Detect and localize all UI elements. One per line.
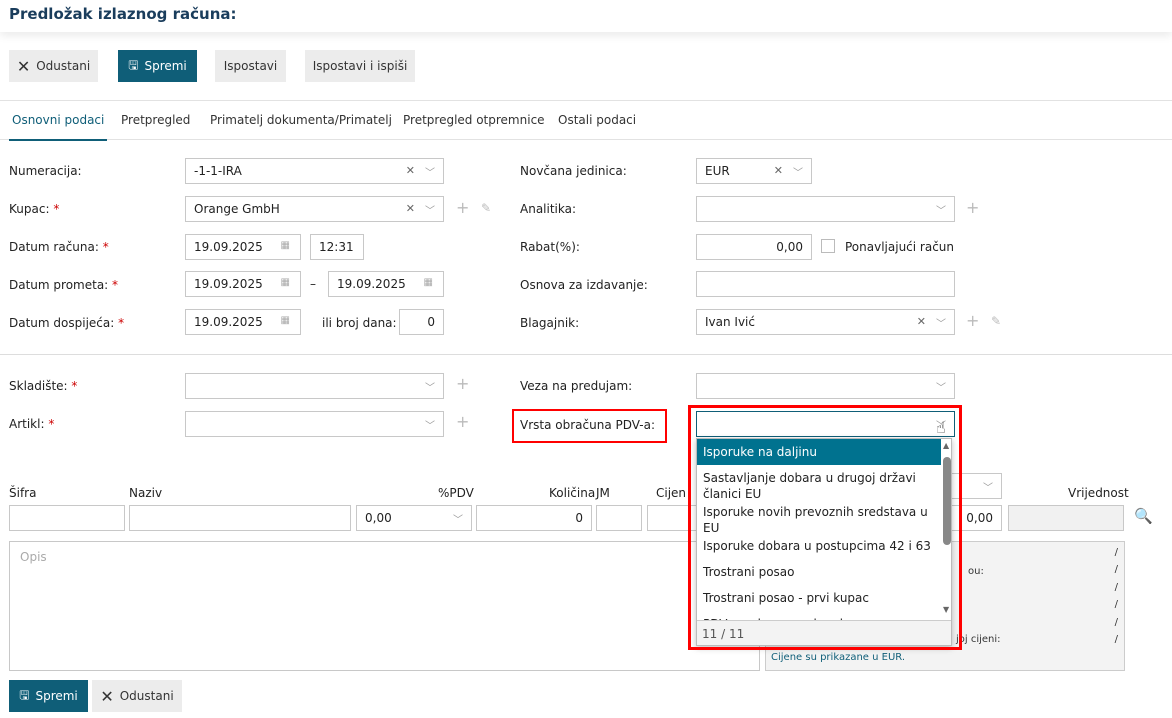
chevron-down-icon: ﹀ <box>983 483 993 494</box>
datum-dospijeca-input[interactable]: 19.09.2025 ▦ <box>185 309 301 335</box>
chevron-down-icon: ﹀ <box>936 319 946 330</box>
col-sifra: Šifra <box>9 486 37 500</box>
vrsta-pdv-label: Vrsta obračuna PDV-a: <box>520 418 655 432</box>
veza-select[interactable]: ﹀ <box>696 373 955 399</box>
osnova-label: Osnova za izdavanje: <box>520 278 648 292</box>
calendar-icon[interactable]: ▦ <box>281 277 290 288</box>
hand-cursor-icon: ☝ <box>936 418 946 437</box>
edit-icon[interactable]: ✎ <box>481 201 491 215</box>
datum-prometa-to[interactable]: 19.09.2025 ▦ <box>328 271 444 297</box>
col-naziv: Naziv <box>129 486 163 500</box>
valuta-label: Novčana jedinica: <box>520 164 627 178</box>
chevron-down-icon: ﹀ <box>936 383 946 394</box>
skladiste-select[interactable]: ﹀ <box>185 373 444 399</box>
cancel-button[interactable]: ✕ Odustani <box>9 50 98 82</box>
close-icon: ✕ <box>16 56 31 76</box>
clear-icon[interactable]: ✕ <box>917 315 926 328</box>
valuta-select[interactable]: EUR ✕ ﹀ <box>696 158 812 184</box>
tab-primatelj[interactable]: Primatelj dokumenta/Primatelj <box>210 113 392 127</box>
calendar-icon[interactable]: ▦ <box>281 315 290 326</box>
bottom-save-button[interactable]: 🖫 Spremi <box>9 680 88 712</box>
numeracija-select[interactable]: -1-1-IRA ✕ ﹀ <box>185 158 444 184</box>
save-icon: 🖫 <box>19 687 30 702</box>
add-icon[interactable]: + <box>456 412 469 431</box>
veza-label: Veza na predujam: <box>520 379 633 393</box>
issue-button[interactable]: Ispostavi <box>215 50 286 82</box>
analitika-select[interactable]: ﹀ <box>696 196 955 222</box>
datum-racuna-input[interactable]: 19.09.2025 ▦ <box>185 234 301 260</box>
numeracija-label: Numeracija: <box>9 164 82 178</box>
tab-pretpregled-otpremnice[interactable]: Pretpregled otpremnice <box>403 113 545 127</box>
save-button[interactable]: 🖫 Spremi <box>118 50 197 82</box>
col-kolicina: Količina <box>549 486 596 500</box>
blagajnik-select[interactable]: Ivan Ivić ✕ ﹀ <box>696 309 955 335</box>
save-icon: 🖫 <box>128 57 139 72</box>
annotation-box <box>688 405 962 650</box>
datum-racuna-label: Datum računa: * <box>9 240 109 254</box>
artikl-label: Artikl: * <box>9 417 55 431</box>
add-icon[interactable]: + <box>966 198 979 217</box>
artikl-select[interactable]: ﹀ <box>185 411 444 437</box>
col-jm: JM <box>596 486 610 500</box>
datum-prometa-from[interactable]: 19.09.2025 ▦ <box>185 271 301 297</box>
tab-bar: Osnovni podaci Pretpregled Primatelj dok… <box>0 100 1172 141</box>
rabat-input[interactable]: 0,00 <box>696 234 812 260</box>
chevron-down-icon: ﹀ <box>793 168 803 179</box>
datum-prometa-label: Datum prometa: * <box>9 278 119 292</box>
recurring-checkbox[interactable] <box>821 239 835 253</box>
chevron-down-icon: ﹀ <box>425 383 435 394</box>
blagajnik-label: Blagajnik: <box>520 316 580 330</box>
close-icon: ✕ <box>100 686 114 706</box>
chevron-down-icon: ﹀ <box>936 206 946 217</box>
col-cijena: Cijen <box>656 486 687 500</box>
days-label: ili broj dana: <box>322 316 397 330</box>
clear-icon[interactable]: ✕ <box>774 164 783 177</box>
edit-icon[interactable]: ✎ <box>991 314 1001 328</box>
naziv-input[interactable] <box>129 505 351 531</box>
bottom-cancel-button[interactable]: ✕ Odustani <box>92 680 182 712</box>
rabat-label: Rabat(%): <box>520 240 580 254</box>
calendar-icon[interactable]: ▦ <box>281 240 290 251</box>
calendar-icon[interactable]: ▦ <box>424 277 433 288</box>
recurring-label: Ponavljajući račun <box>845 240 955 254</box>
add-icon[interactable]: + <box>966 311 979 330</box>
add-icon[interactable]: + <box>456 374 469 393</box>
jm-input[interactable] <box>596 505 642 531</box>
kupac-label: Kupac: * <box>9 202 60 216</box>
analitika-label: Analitika: <box>520 202 577 216</box>
datum-dospijeca-label: Datum dospijeća: * <box>9 316 125 330</box>
currency-note: Cijene su prikazane u EUR. <box>771 652 906 663</box>
tab-osnovni-podaci[interactable]: Osnovni podaci <box>8 113 108 141</box>
date-range-separator: – <box>310 277 316 291</box>
chevron-down-icon: ﹀ <box>425 168 435 179</box>
col-pdv: %PDV <box>438 486 474 500</box>
chevron-down-icon: ﹀ <box>425 206 435 217</box>
tab-ostali-podaci[interactable]: Ostali podaci <box>558 113 636 127</box>
divider <box>0 354 1172 355</box>
clear-icon[interactable]: ✕ <box>406 202 415 215</box>
summary-fragment: ou: <box>968 566 984 577</box>
col-vrijednost: Vrijednost <box>1068 486 1129 500</box>
opis-textarea[interactable]: Opis <box>9 541 760 671</box>
pdv-select[interactable]: 0,00 ﹀ <box>356 505 472 531</box>
chevron-down-icon: ﹀ <box>453 515 463 526</box>
issue-print-button[interactable]: Ispostavi i ispiši <box>305 50 415 82</box>
vrijednost-input <box>1008 505 1124 531</box>
clear-icon[interactable]: ✕ <box>406 164 415 177</box>
skladiste-label: Skladište: * <box>9 379 78 393</box>
chevron-down-icon: ﹀ <box>425 421 435 432</box>
sifra-input[interactable] <box>9 505 125 531</box>
days-input[interactable]: 0 <box>399 309 444 335</box>
search-document-icon[interactable]: 🔍 <box>1134 507 1153 525</box>
tab-pretpregled[interactable]: Pretpregled <box>121 113 190 127</box>
time-input[interactable]: 12:31 <box>310 234 364 260</box>
page-title: Predložak izlaznog računa: <box>9 5 237 23</box>
kupac-select[interactable]: Orange GmbH ✕ ﹀ <box>185 196 444 222</box>
kolicina-input[interactable]: 0 <box>476 505 592 531</box>
add-icon[interactable]: + <box>456 198 469 217</box>
osnova-input[interactable] <box>696 271 955 297</box>
